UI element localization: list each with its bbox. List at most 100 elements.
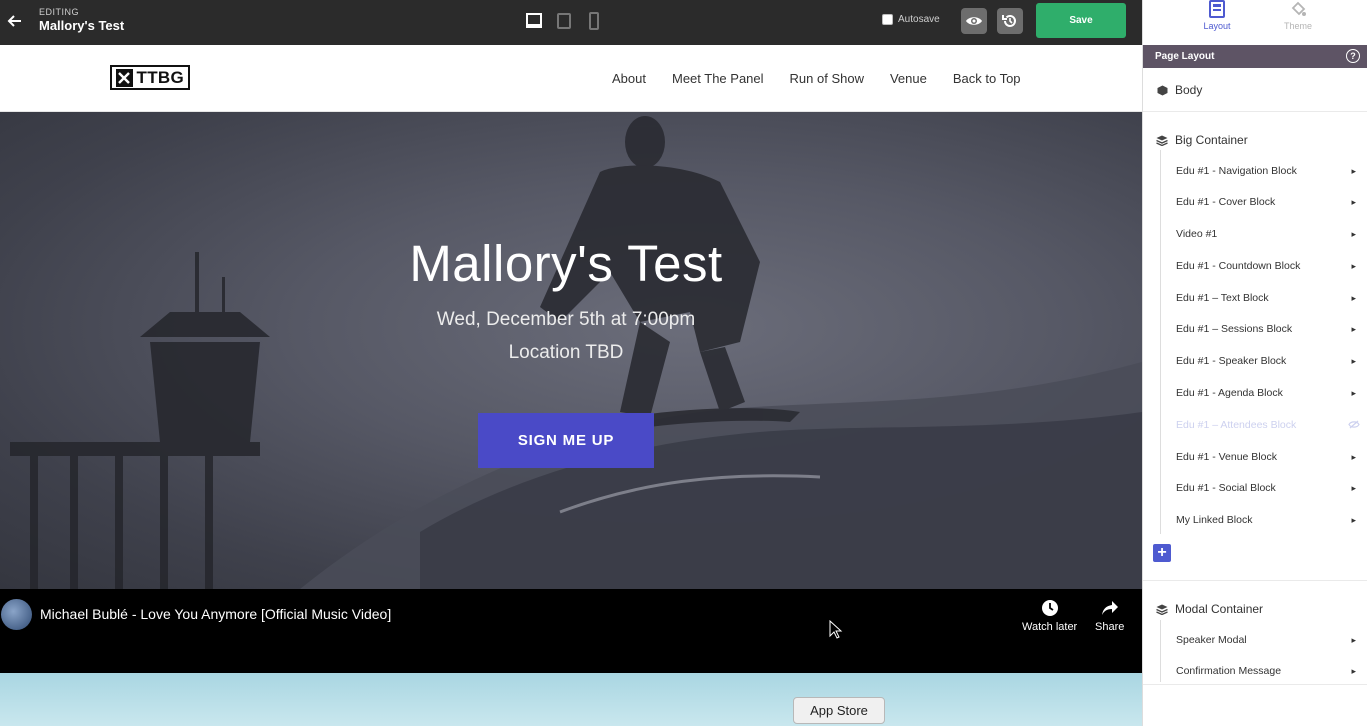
history-icon[interactable]: [997, 8, 1023, 34]
caret-right-icon[interactable]: ▸: [1348, 515, 1356, 526]
block-item-label: Edu #1 - Agenda Block: [1176, 387, 1283, 399]
block-item-navigation[interactable]: Edu #1 - Navigation Block ▸: [1176, 159, 1356, 183]
panel-divider: [1143, 580, 1367, 581]
watch-later-label: Watch later: [1022, 621, 1078, 633]
sign-me-up-button[interactable]: SIGN ME UP: [478, 413, 654, 468]
caret-right-icon[interactable]: ▸: [1348, 452, 1356, 463]
caret-right-icon[interactable]: ▸: [1348, 293, 1356, 304]
panel-divider: [1143, 111, 1367, 112]
page-layout-header: Page Layout ?: [1143, 45, 1367, 68]
block-item-text[interactable]: Edu #1 – Text Block ▸: [1176, 286, 1356, 310]
block-item-label: Edu #1 - Cover Block: [1176, 196, 1276, 208]
block-item-label: Edu #1 - Countdown Block: [1176, 260, 1301, 272]
block-item-speaker-modal[interactable]: Speaker Modal ▸: [1176, 628, 1356, 652]
panel-divider: [1143, 684, 1367, 685]
nav-link-about[interactable]: About: [612, 71, 646, 86]
block-item-label: Edu #1 – Text Block: [1176, 292, 1269, 304]
caret-right-icon[interactable]: ▸: [1348, 635, 1356, 646]
caret-right-icon[interactable]: ▸: [1348, 356, 1356, 367]
modal-container-section[interactable]: Modal Container: [1143, 594, 1367, 624]
nav-link-back-to-top[interactable]: Back to Top: [953, 71, 1021, 86]
nav-link-venue[interactable]: Venue: [890, 71, 927, 86]
autosave-label: Autosave: [898, 14, 940, 25]
hero-location: Location TBD: [508, 342, 624, 363]
block-item-agenda[interactable]: Edu #1 - Agenda Block ▸: [1176, 381, 1356, 405]
block-item-label: Edu #1 - Speaker Block: [1176, 355, 1287, 367]
paint-bucket-icon: [1291, 1, 1306, 16]
site-logo[interactable]: TTBG: [110, 65, 190, 90]
site-navigation: TTBG About Meet The Panel Run of Show Ve…: [0, 45, 1142, 112]
desktop-view-icon[interactable]: [524, 11, 544, 31]
editing-info: EDITING Mallory's Test: [39, 7, 124, 33]
body-cube-icon: [1156, 85, 1168, 96]
layout-panel: Layout Theme Page Layout ? Body Big Cont…: [1142, 0, 1367, 726]
mouse-cursor-icon: [829, 620, 843, 639]
big-container-section[interactable]: Big Container: [1143, 125, 1367, 155]
tree-guide-line: [1160, 620, 1161, 682]
editor-toolbar: EDITING Mallory's Test Autosave Save: [0, 0, 1142, 45]
block-item-speaker[interactable]: Edu #1 - Speaker Block ▸: [1176, 349, 1356, 373]
block-item-label: Speaker Modal: [1176, 634, 1247, 646]
nav-link-meet-the-panel[interactable]: Meet The Panel: [672, 71, 764, 86]
caret-right-icon[interactable]: ▸: [1348, 229, 1356, 240]
tab-theme-label: Theme: [1283, 21, 1312, 31]
caret-right-icon[interactable]: ▸: [1348, 197, 1356, 208]
back-arrow-icon[interactable]: [6, 12, 24, 30]
save-button[interactable]: Save: [1036, 3, 1126, 38]
block-item-countdown[interactable]: Edu #1 - Countdown Block ▸: [1176, 254, 1356, 278]
hidden-eye-icon[interactable]: [1348, 420, 1360, 431]
caret-right-icon[interactable]: ▸: [1348, 388, 1356, 399]
nav-link-run-of-show[interactable]: Run of Show: [790, 71, 864, 86]
share-label: Share: [1095, 621, 1125, 633]
block-item-label: Confirmation Message: [1176, 665, 1282, 677]
channel-avatar[interactable]: [1, 599, 32, 630]
device-switcher: [524, 11, 604, 31]
caret-right-icon[interactable]: ▸: [1348, 483, 1356, 494]
hero-date: Wed, December 5th at 7:00pm: [436, 309, 696, 330]
help-icon[interactable]: ?: [1346, 49, 1360, 63]
nav-links: About Meet The Panel Run of Show Venue B…: [612, 71, 1047, 86]
app-store-button[interactable]: App Store: [793, 697, 885, 724]
video-embed[interactable]: Michael Bublé - Love You Anymore [Offici…: [0, 589, 1142, 673]
video-title[interactable]: Michael Bublé - Love You Anymore [Offici…: [40, 606, 391, 622]
block-item-label: Edu #1 – Attendees Block: [1176, 419, 1297, 431]
share-arrow-icon: [1101, 601, 1118, 615]
page-title: Mallory's Test: [39, 18, 125, 33]
caret-right-icon[interactable]: ▸: [1348, 324, 1356, 335]
tab-layout-label: Layout: [1203, 21, 1231, 31]
block-item-confirmation[interactable]: Confirmation Message ▸: [1176, 659, 1356, 683]
autosave-checkbox[interactable]: [882, 14, 893, 25]
tablet-view-icon[interactable]: [554, 11, 574, 31]
block-item-label: Edu #1 - Social Block: [1176, 482, 1276, 494]
mobile-view-icon[interactable]: [584, 11, 604, 31]
caret-right-icon[interactable]: ▸: [1348, 666, 1356, 677]
block-item-video[interactable]: Video #1 ▸: [1176, 222, 1356, 246]
cover-block: Mallory's Test Wed, December 5th at 7:00…: [0, 112, 1142, 589]
tree-guide-line: [1160, 150, 1161, 534]
logo-text: TTBG: [136, 67, 184, 87]
share-button[interactable]: Share: [1095, 599, 1124, 633]
tab-layout[interactable]: Layout: [1177, 0, 1257, 45]
body-section[interactable]: Body: [1143, 75, 1367, 105]
add-block-plus-icon[interactable]: +: [1153, 544, 1171, 562]
big-container-label: Big Container: [1175, 133, 1248, 147]
autosave-toggle[interactable]: Autosave: [882, 14, 940, 25]
preview-eye-icon[interactable]: [961, 8, 987, 34]
block-item-sessions[interactable]: Edu #1 – Sessions Block ▸: [1176, 317, 1356, 341]
tab-theme[interactable]: Theme: [1258, 0, 1338, 45]
block-item-label: Edu #1 - Venue Block: [1176, 451, 1277, 463]
block-item-label: Edu #1 – Sessions Block: [1176, 323, 1293, 335]
next-section-preview: App Store: [0, 673, 1142, 726]
page-layout-title: Page Layout: [1155, 51, 1215, 62]
layout-icon: [1209, 0, 1225, 18]
watch-later-button[interactable]: Watch later: [1022, 599, 1077, 633]
block-item-attendees[interactable]: Edu #1 – Attendees Block: [1176, 413, 1360, 437]
caret-right-icon[interactable]: ▸: [1348, 166, 1356, 177]
body-label: Body: [1175, 83, 1203, 97]
block-item-social[interactable]: Edu #1 - Social Block ▸: [1176, 476, 1356, 500]
caret-right-icon[interactable]: ▸: [1348, 261, 1356, 272]
hero-title: Mallory's Test: [409, 235, 723, 292]
block-item-venue[interactable]: Edu #1 - Venue Block ▸: [1176, 445, 1356, 469]
block-item-cover[interactable]: Edu #1 - Cover Block ▸: [1176, 190, 1356, 214]
block-item-linked[interactable]: My Linked Block ▸: [1176, 508, 1356, 532]
